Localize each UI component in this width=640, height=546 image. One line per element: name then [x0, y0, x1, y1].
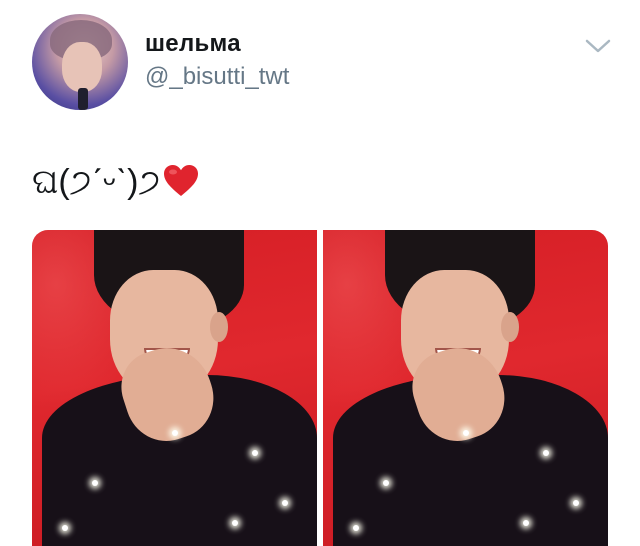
ear — [210, 312, 228, 342]
sparkle — [383, 480, 389, 486]
tweet-kaomoji: ଘ(੭ˊᵕˋ)੭ — [32, 163, 161, 201]
sparkle — [573, 500, 579, 506]
chevron-down-icon[interactable] — [584, 36, 612, 56]
sparkle — [252, 450, 258, 456]
sparkle — [282, 500, 288, 506]
sparkle — [92, 480, 98, 486]
ear — [501, 312, 519, 342]
avatar-microphone — [78, 88, 88, 110]
sparkle — [232, 520, 238, 526]
heart-icon — [162, 163, 200, 210]
sparkle — [463, 430, 469, 436]
photo-2[interactable] — [323, 230, 608, 546]
tweet-text: ଘ(੭ˊᵕˋ)੭ — [32, 160, 200, 210]
avatar[interactable] — [32, 14, 128, 110]
sparkle — [172, 430, 178, 436]
media-grid — [32, 230, 608, 546]
user-handle[interactable]: @_bisutti_twt — [145, 63, 289, 91]
display-name[interactable]: шельма — [145, 30, 241, 58]
avatar-face — [62, 42, 102, 92]
photo-1[interactable] — [32, 230, 317, 546]
sparkle — [353, 525, 359, 531]
sparkle — [543, 450, 549, 456]
sparkle — [523, 520, 529, 526]
sparkle — [62, 525, 68, 531]
